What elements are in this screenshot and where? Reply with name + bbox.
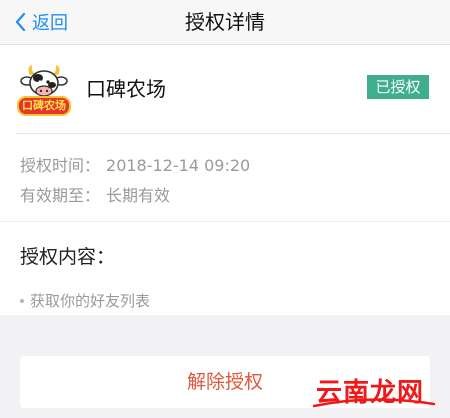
validity: 有效期至： 长期有效 (20, 182, 170, 206)
page-title: 授权详情 (185, 10, 265, 34)
divider (16, 133, 450, 134)
divider (0, 221, 450, 222)
authorization-card: 口碑农场 口碑农场 已授权 授权时间： 2018-12-14 09:20 有效期至… (0, 45, 450, 315)
permission-item: 获取你的好友列表 (20, 290, 150, 311)
status-badge: 已授权 (367, 75, 429, 99)
permission-item-label: 获取你的好友列表 (30, 292, 151, 310)
watermark-swoosh (312, 398, 436, 408)
app-name: 口碑农场 (86, 77, 166, 101)
permissions-title: 授权内容： (20, 246, 116, 268)
authorization-time-value: 2018-12-14 09:20 (106, 156, 251, 175)
watermark: 云南龙网 (312, 372, 444, 412)
app-row: 口碑农场 口碑农场 已授权 (0, 45, 450, 131)
authorization-time-label: 授权时间： (20, 156, 101, 175)
navigation-bar: 返回 授权详情 (0, 0, 450, 45)
authorization-time: 授权时间： 2018-12-14 09:20 (20, 152, 250, 176)
logo-text: 口碑农场 (22, 99, 66, 112)
validity-label: 有效期至： (20, 186, 101, 205)
bullet-icon (20, 298, 24, 303)
app-logo: 口碑农场 (16, 63, 72, 117)
validity-value: 长期有效 (106, 186, 171, 205)
